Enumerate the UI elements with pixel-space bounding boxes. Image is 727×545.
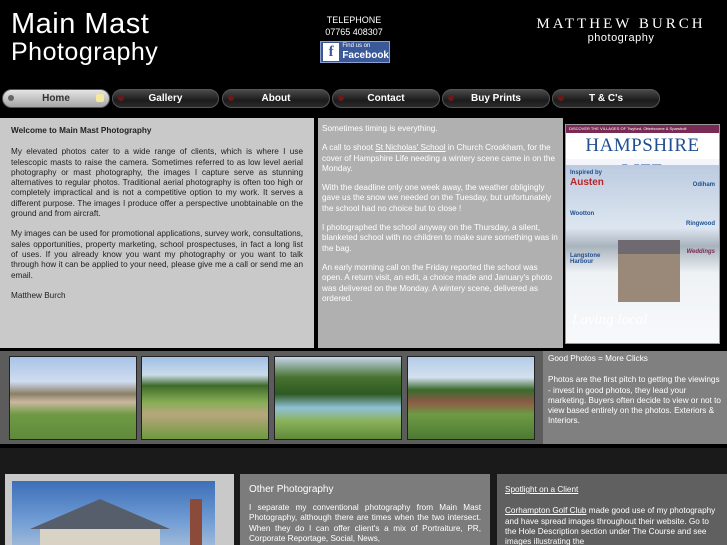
facebook-button[interactable]: f Find us on Facebook <box>320 41 390 63</box>
main-nav: Home Gallery About Contact Buy Prints T … <box>0 88 727 110</box>
nav-about-label: About <box>261 93 291 104</box>
magazine-langstone: Langstone Harbour <box>570 253 601 265</box>
other-photography-title: Other Photography <box>249 484 334 495</box>
nav-contact-label: Contact <box>367 93 405 104</box>
intro-panel: Welcome to Main Mast Photography My elev… <box>0 118 314 348</box>
nav-buy-prints[interactable]: Buy Prints <box>442 89 550 108</box>
magazine-austen: Austen <box>570 177 604 188</box>
magazine-weddings: Weddings <box>686 249 715 255</box>
school-building <box>618 240 680 302</box>
magazine-oakham: Odiham <box>692 182 715 188</box>
house-wall <box>40 529 160 545</box>
spotlight-link[interactable]: Spotlight on a Client <box>505 485 578 494</box>
nav-terms[interactable]: T & C's <box>552 89 660 108</box>
magazine-cover-image: DISCOVER THE VILLAGES OF Twyford, Otterb… <box>565 124 720 344</box>
site-header: Main Mast Photography TELEPHONE 07765 40… <box>0 0 727 88</box>
intro-title: Welcome to Main Mast Photography <box>11 126 152 135</box>
nav-home-label: Home <box>42 93 70 104</box>
spotlight-panel: Spotlight on a Client Corhampton Golf Cl… <box>497 474 727 545</box>
nav-arrow-icon <box>96 94 104 102</box>
other-photography-panel: Other Photography I separate my conventi… <box>240 474 490 545</box>
intro-paragraph: My images can be used for promotional ap… <box>11 229 303 280</box>
magazine-title: HAMPSHIRE LIFE <box>566 133 719 182</box>
property-photo-thumbnail[interactable] <box>407 356 535 440</box>
logo-line2: Photography <box>11 38 159 66</box>
facebook-small-text: Find us on <box>342 43 371 49</box>
telephone-block: TELEPHONE 07765 408307 <box>318 14 390 38</box>
story-paragraph: An early morning call on the Friday repo… <box>322 262 553 303</box>
other-photography-body: I separate my conventional photography f… <box>249 503 481 543</box>
magazine-ringwood: Ringwood <box>686 221 715 227</box>
intro-signature: Matthew Burch <box>11 290 66 300</box>
story-paragraph: A call to shoot St Nicholas' School in C… <box>322 143 559 174</box>
logo-line1: Main Mast <box>11 8 150 40</box>
property-photo-thumbnail[interactable] <box>141 356 269 440</box>
facebook-icon: f <box>323 43 340 61</box>
story-paragraph: I photographed the school anyway on the … <box>322 223 558 253</box>
intro-paragraph: My elevated photos cater to a wide range… <box>11 147 303 219</box>
house-photo <box>12 481 215 545</box>
nav-gallery[interactable]: Gallery <box>112 89 219 108</box>
story-panel: Sometimes timing is everything. A call t… <box>318 118 563 348</box>
property-photo-thumbnail[interactable] <box>9 356 137 440</box>
site-logo[interactable]: Main Mast Photography <box>11 8 159 67</box>
magazine-top-strip: DISCOVER THE VILLAGES OF Twyford, Otterb… <box>566 125 719 133</box>
story-paragraph: With the deadline only one week away, th… <box>322 183 552 213</box>
nav-contact[interactable]: Contact <box>332 89 440 108</box>
nav-bullet-icon <box>558 95 564 101</box>
school-link[interactable]: St Nicholas' School <box>375 143 445 152</box>
nav-terms-label: T & C's <box>588 93 624 104</box>
good-photos-title: Good Photos = More Clicks <box>548 354 648 363</box>
spotlight-body: Corhampton Golf Club made good use of my… <box>505 506 719 545</box>
telephone-label: TELEPHONE <box>326 15 382 25</box>
telephone-number: 07765 408307 <box>325 27 383 37</box>
nav-buy-prints-label: Buy Prints <box>470 93 521 104</box>
magazine-inspired: Inspired by <box>570 170 603 176</box>
nav-about[interactable]: About <box>222 89 330 108</box>
house-tower <box>190 499 202 545</box>
magazine-wootton: Wootton <box>570 211 595 217</box>
nav-bullet-icon <box>228 95 234 101</box>
house-roof <box>30 499 170 529</box>
magazine-loving-local: Loving local <box>572 312 648 328</box>
nav-bullet-icon <box>118 95 124 101</box>
good-photos-panel: Good Photos = More Clicks Photos are the… <box>543 351 727 444</box>
good-photos-body: Photos are the first pitch to getting th… <box>548 375 721 426</box>
nav-bullet-icon <box>338 95 344 101</box>
story-paragraph: Sometimes timing is everything. <box>322 124 438 133</box>
facebook-label: Facebook <box>342 50 389 61</box>
nav-gallery-label: Gallery <box>148 93 183 104</box>
nav-bullet-icon <box>448 95 454 101</box>
golf-club-link[interactable]: Corhampton Golf Club <box>505 506 586 515</box>
brand-name: MATTHEW BURCH <box>536 16 706 32</box>
brand-logo: MATTHEW BURCH photography <box>531 16 711 44</box>
property-photo-thumbnail[interactable] <box>274 356 402 440</box>
brand-sub: photography <box>587 32 655 44</box>
story-text: A call to shoot <box>322 143 376 153</box>
nav-home[interactable]: Home <box>2 89 110 108</box>
nav-bullet-icon <box>8 95 14 101</box>
